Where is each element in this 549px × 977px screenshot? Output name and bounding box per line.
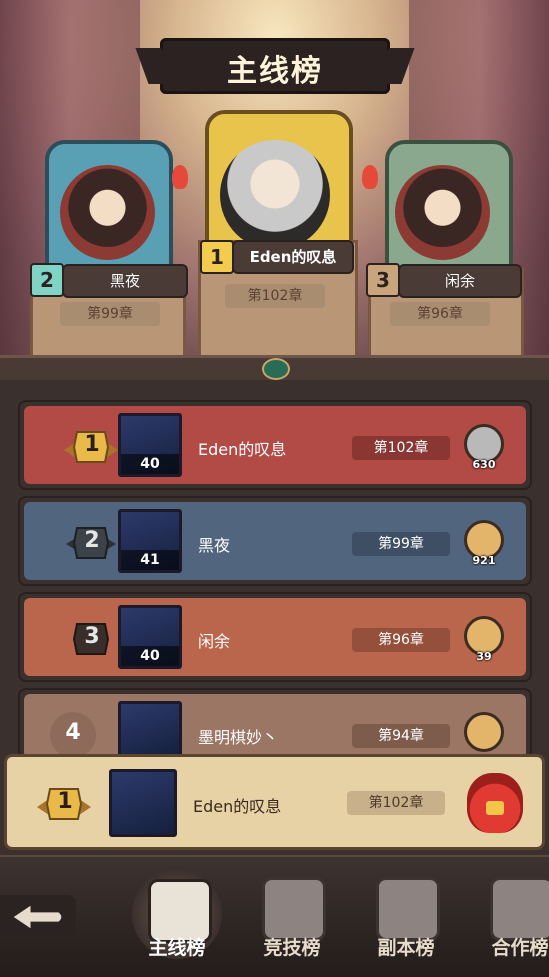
title-banner: 主线榜 bbox=[160, 38, 390, 94]
chapter-label: 第94章 bbox=[352, 724, 450, 748]
tab-label-arena[interactable]: 竞技榜 bbox=[242, 933, 342, 960]
rank-badge-1: 1 bbox=[200, 240, 234, 274]
level-label: 40 bbox=[121, 454, 179, 474]
level-label: 40 bbox=[121, 646, 179, 666]
table-row[interactable]: 2 41 黑夜 第99章 921 bbox=[18, 496, 532, 586]
avatar[interactable]: 40 bbox=[118, 413, 182, 477]
torch-flame-icon bbox=[172, 165, 188, 189]
torch-flame-icon bbox=[362, 165, 378, 189]
like-count: 921 bbox=[472, 554, 496, 567]
avatar[interactable]: 41 bbox=[118, 509, 182, 573]
thumbs-up-icon[interactable] bbox=[464, 712, 504, 752]
my-chapter: 第102章 bbox=[347, 791, 445, 815]
reward-bag-icon[interactable] bbox=[467, 773, 523, 833]
tab-label-coop[interactable]: 合作榜 bbox=[470, 933, 549, 960]
level-label: 41 bbox=[121, 550, 179, 570]
champion-character[interactable] bbox=[220, 140, 330, 250]
chapter-label: 第96章 bbox=[352, 628, 450, 652]
second-place-character[interactable] bbox=[60, 165, 155, 260]
my-rank-number: 1 bbox=[57, 789, 73, 814]
podium-name-1: Eden的叹息 bbox=[232, 240, 354, 274]
player-name: 闲余 bbox=[198, 632, 231, 651]
podium-area: 2 黑夜 第99章 1 Eden的叹息 第102章 3 闲余 第96章 主线榜 bbox=[0, 0, 549, 380]
player-name: Eden的叹息 bbox=[198, 440, 287, 459]
player-name: 黑夜 bbox=[198, 536, 231, 555]
avatar[interactable]: 40 bbox=[118, 605, 182, 669]
back-button[interactable] bbox=[0, 895, 76, 939]
rank-number: 2 bbox=[84, 528, 100, 553]
like-count: 630 bbox=[472, 458, 496, 471]
handshake-icon[interactable] bbox=[490, 877, 549, 941]
rank-badge-3: 3 bbox=[366, 263, 400, 297]
tab-label-dungeon[interactable]: 副本榜 bbox=[356, 933, 456, 960]
page-title: 主线榜 bbox=[227, 54, 323, 89]
like-count: 39 bbox=[476, 650, 492, 663]
chapter-label: 第99章 bbox=[352, 532, 450, 556]
my-rank-row[interactable]: 1 Eden的叹息 第102章 bbox=[4, 754, 545, 850]
rank-number: 3 bbox=[84, 624, 100, 649]
rank-number: 4 bbox=[65, 720, 81, 745]
podium-chapter-1: 第102章 bbox=[225, 284, 325, 308]
crossed-swords-icon[interactable] bbox=[262, 877, 326, 941]
table-row[interactable]: 4 墨明棋妙丶 第94章 bbox=[18, 688, 532, 759]
podium-name-2: 黑夜 bbox=[62, 264, 188, 298]
podium-name-3: 闲余 bbox=[398, 264, 522, 298]
dungeon-gate-icon[interactable] bbox=[376, 877, 440, 941]
third-place-character[interactable] bbox=[395, 165, 490, 260]
gem-icon bbox=[262, 358, 290, 380]
back-arrow-icon bbox=[13, 905, 62, 929]
rank-number: 1 bbox=[84, 432, 100, 457]
player-name: 墨明棋妙丶 bbox=[198, 728, 279, 747]
my-name: Eden的叹息 bbox=[193, 797, 282, 816]
bottom-nav: 主线榜 竞技榜 副本榜 合作榜 bbox=[0, 855, 549, 977]
avatar[interactable] bbox=[118, 701, 182, 759]
tab-label-main-line: 主线榜 bbox=[148, 937, 206, 959]
reward-coin-icon bbox=[486, 801, 504, 815]
chapter-label: 第102章 bbox=[352, 436, 450, 460]
rank-badge-2: 2 bbox=[30, 263, 64, 297]
my-avatar[interactable] bbox=[109, 769, 177, 837]
podium-chapter-2: 第99章 bbox=[60, 302, 160, 326]
podium-chapter-3: 第96章 bbox=[390, 302, 490, 326]
table-row[interactable]: 3 40 闲余 第96章 39 bbox=[18, 592, 532, 682]
table-row[interactable]: 1 40 Eden的叹息 第102章 630 bbox=[18, 400, 532, 490]
